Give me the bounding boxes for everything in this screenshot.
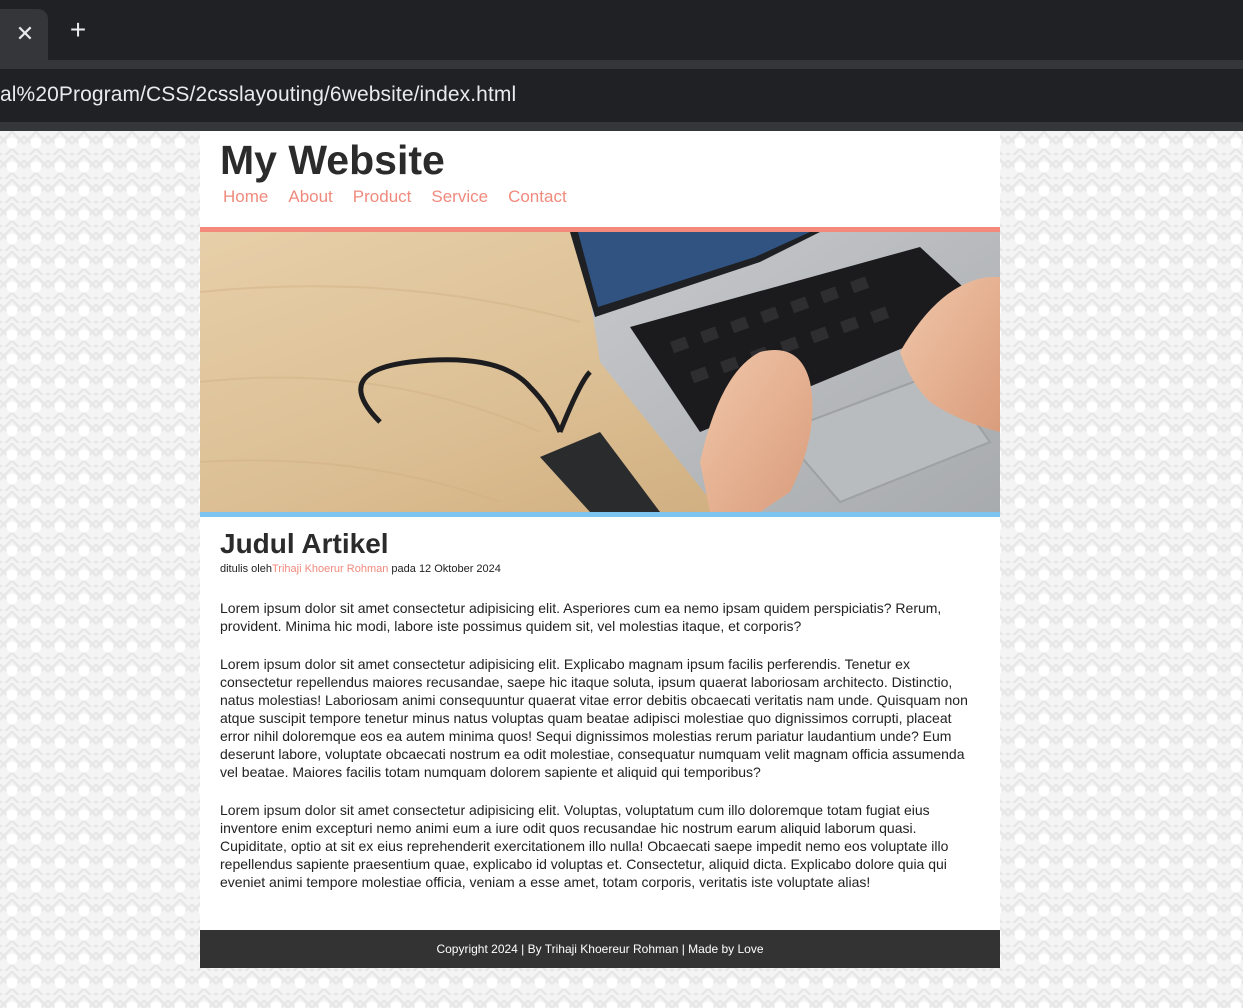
article-meta: ditulis olehTrihaji Khoerur Rohman pada … (220, 563, 501, 575)
article-paragraph: Lorem ipsum dolor sit amet consectetur a… (220, 656, 968, 780)
author-link[interactable]: Trihaji Khoerur Rohman (272, 563, 388, 575)
nav-about[interactable]: About (288, 187, 332, 207)
meta-date: pada 12 Oktober 2024 (388, 563, 501, 575)
article-title: Judul Artikel (220, 528, 389, 559)
article-paragraph: Lorem ipsum dolor sit amet consectetur a… (220, 802, 949, 890)
nav-home[interactable]: Home (223, 187, 268, 207)
address-bar-url[interactable]: al%20Program/CSS/2csslayouting/6website/… (0, 83, 516, 107)
close-tab-icon[interactable]: ✕ (14, 23, 36, 45)
browser-tab[interactable]: ✕ (0, 9, 48, 60)
hero-image (200, 227, 1000, 517)
main-nav: Home About Product Service Contact (223, 187, 587, 207)
browser-tab-bar: ✕ + (0, 0, 1243, 60)
address-bar[interactable]: al%20Program/CSS/2csslayouting/6website/… (0, 69, 1243, 122)
page-container: My Website Home About Product Service Co… (200, 131, 1000, 968)
page-viewport: My Website Home About Product Service Co… (0, 131, 1243, 1008)
site-footer: Copyright 2024 | By Trihaji Khoereur Roh… (200, 930, 1000, 968)
meta-prefix: ditulis oleh (220, 563, 272, 575)
site-title: My Website (220, 137, 445, 183)
article-paragraph: Lorem ipsum dolor sit amet consectetur a… (220, 600, 942, 634)
new-tab-icon[interactable]: + (66, 16, 90, 44)
nav-service[interactable]: Service (431, 187, 488, 207)
laptop-photo (200, 232, 1000, 512)
browser-toolbar: al%20Program/CSS/2csslayouting/6website/… (0, 60, 1243, 131)
nav-product[interactable]: Product (353, 187, 412, 207)
nav-contact[interactable]: Contact (508, 187, 567, 207)
